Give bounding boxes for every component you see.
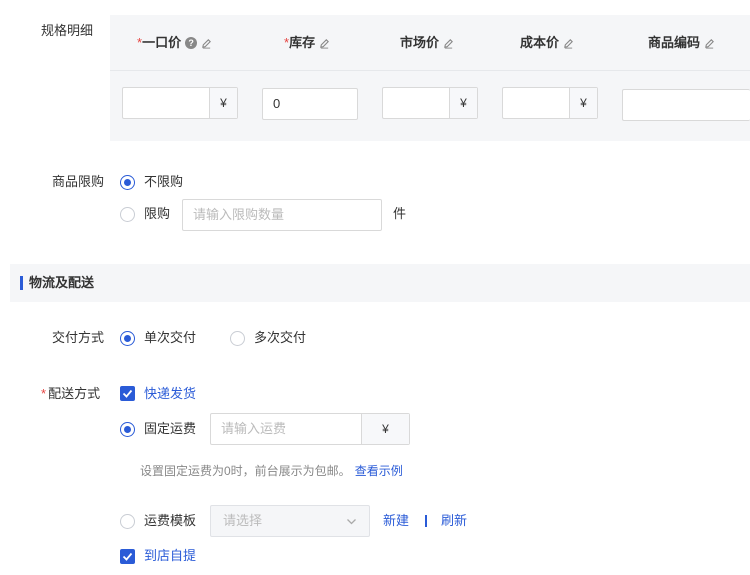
- radio-fixed-fee[interactable]: [120, 422, 135, 437]
- currency-addon: ¥: [569, 88, 597, 118]
- express-label[interactable]: 快递发货: [144, 385, 196, 403]
- check-icon: [122, 389, 133, 398]
- option-multi-delivery[interactable]: 多次交付: [254, 329, 306, 347]
- limit-label: 商品限购: [52, 174, 105, 189]
- shipping-label: * 配送方式: [41, 386, 101, 401]
- pencil-icon[interactable]: [563, 38, 574, 49]
- pickup-label[interactable]: 到店自提: [144, 547, 196, 565]
- refresh-template-link[interactable]: 刷新: [441, 512, 467, 530]
- col-product-code: 商品编码: [648, 34, 715, 52]
- checkbox-express[interactable]: [120, 386, 135, 401]
- radio-unlimited[interactable]: [120, 175, 135, 190]
- market-price-input[interactable]: ¥: [382, 87, 478, 119]
- link-separator: [425, 515, 427, 527]
- stock-input[interactable]: 0: [262, 88, 358, 120]
- currency-addon: ¥: [361, 414, 409, 444]
- option-unlimited-label[interactable]: 不限购: [144, 173, 183, 191]
- currency-addon: ¥: [449, 88, 477, 118]
- fixed-fee-label[interactable]: 固定运费: [144, 420, 196, 438]
- fixed-fee-input[interactable]: 请输入运费 ¥: [210, 413, 410, 445]
- new-template-link[interactable]: 新建: [383, 512, 409, 530]
- cost-price-input[interactable]: ¥: [502, 87, 598, 119]
- price-input[interactable]: ¥: [122, 87, 238, 119]
- col-cost-price: 成本价: [520, 34, 574, 52]
- product-code-input[interactable]: [622, 89, 750, 121]
- currency-addon: ¥: [209, 88, 237, 118]
- radio-multi-delivery[interactable]: [230, 331, 245, 346]
- pencil-icon[interactable]: [443, 38, 454, 49]
- section-accent-bar: [20, 276, 23, 290]
- limit-unit: 件: [393, 206, 407, 221]
- pencil-icon[interactable]: [319, 38, 330, 49]
- spec-label: 规格明细: [41, 23, 94, 38]
- spec-table: *一口价 ? *库存 市场价 成本价 商品编码 ¥ 0 ¥ ¥: [110, 15, 750, 141]
- option-limited-label[interactable]: 限购: [144, 205, 170, 223]
- col-stock: *库存: [284, 34, 330, 52]
- option-single-delivery[interactable]: 单次交付: [144, 329, 196, 347]
- radio-limited[interactable]: [120, 207, 135, 222]
- radio-fee-template[interactable]: [120, 514, 135, 529]
- check-icon: [122, 552, 133, 561]
- fixed-fee-hint: 设置固定运费为0时，前台展示为包邮。 查看示例: [140, 464, 403, 478]
- section-logistics: 物流及配送: [10, 264, 750, 302]
- pencil-icon[interactable]: [704, 38, 715, 49]
- pencil-icon[interactable]: [201, 38, 212, 49]
- delivery-mode-label: 交付方式: [52, 330, 105, 345]
- help-icon[interactable]: ?: [185, 37, 198, 49]
- spec-table-header: *一口价 ? *库存 市场价 成本价 商品编码: [110, 15, 750, 71]
- chevron-down-icon: [347, 519, 356, 525]
- section-title: 物流及配送: [29, 275, 95, 290]
- view-example-link[interactable]: 查看示例: [355, 464, 403, 478]
- limit-quantity-input[interactable]: 请输入限购数量: [182, 199, 382, 231]
- radio-single-delivery[interactable]: [120, 331, 135, 346]
- col-price: *一口价 ?: [137, 34, 212, 52]
- col-market-price: 市场价: [400, 34, 454, 52]
- fee-template-label[interactable]: 运费模板: [144, 512, 196, 530]
- fee-template-select[interactable]: 请选择: [210, 505, 370, 537]
- checkbox-pickup[interactable]: [120, 549, 135, 564]
